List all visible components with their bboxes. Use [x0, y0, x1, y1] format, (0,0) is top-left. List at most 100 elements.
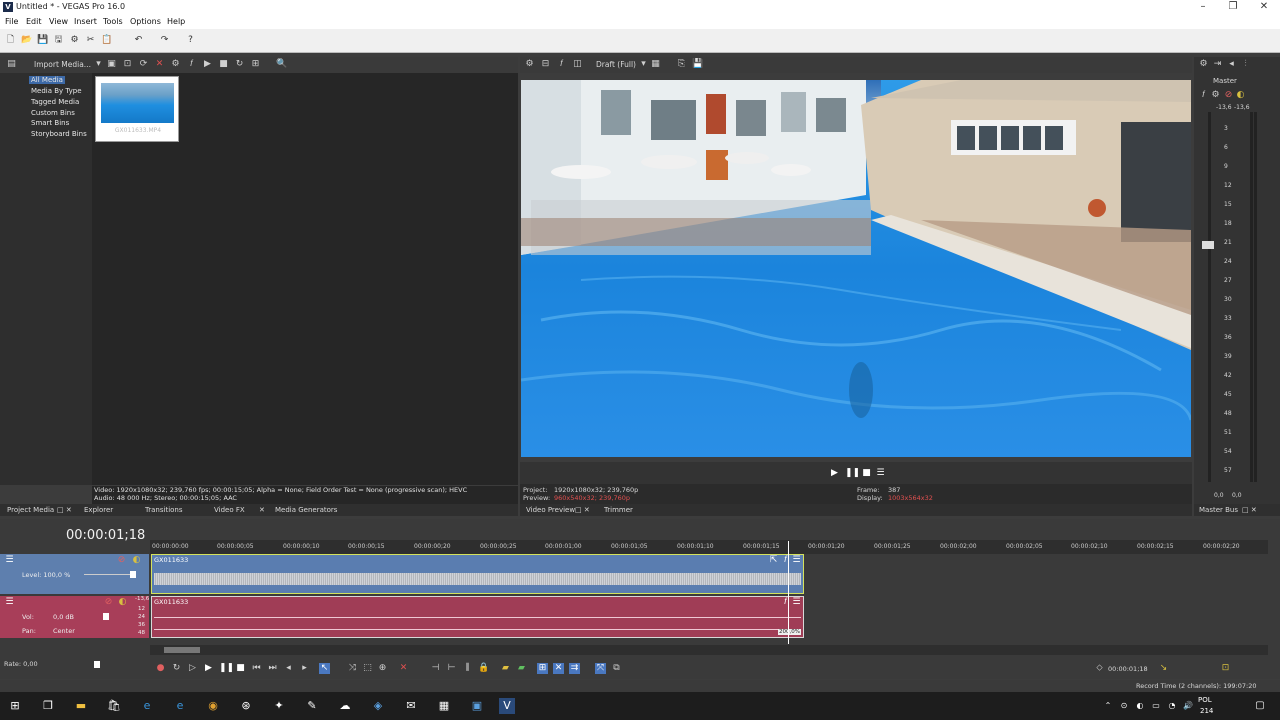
- import-media-button[interactable]: Import Media...: [34, 60, 91, 69]
- mail-icon[interactable]: ✉: [403, 698, 419, 714]
- tab-close-icon[interactable]: □ ✕: [1242, 506, 1257, 514]
- edge-icon[interactable]: e: [172, 698, 188, 714]
- track-menu-icon[interactable]: ☰: [4, 555, 15, 566]
- play-from-start-icon[interactable]: ▷: [187, 663, 198, 674]
- go-to-start-icon[interactable]: ⏮: [251, 663, 262, 674]
- mixer-icon[interactable]: ⫶: [1240, 59, 1251, 70]
- clip-fx-icon[interactable]: 𝑓: [780, 597, 791, 608]
- task-view-icon[interactable]: ❐: [40, 698, 56, 714]
- mute-icon[interactable]: ⊘: [103, 597, 114, 608]
- delete-icon[interactable]: ✕: [398, 663, 409, 674]
- overlays-icon[interactable]: ▦: [650, 59, 661, 70]
- tab-transitions[interactable]: Transitions: [145, 506, 183, 514]
- solo-icon[interactable]: ◐: [1235, 90, 1246, 101]
- battery-icon[interactable]: ▭: [1148, 698, 1164, 714]
- tray-icon[interactable]: ⊙: [1116, 698, 1132, 714]
- vol-slider-handle[interactable]: [103, 613, 109, 620]
- ignore-grouping-icon[interactable]: ⧉: [611, 663, 622, 674]
- snapping-icon[interactable]: ⊞: [537, 663, 548, 674]
- get-media-icon[interactable]: ⊡: [122, 59, 133, 70]
- steam-icon[interactable]: ◈: [370, 698, 386, 714]
- fx-icon[interactable]: 𝑓: [186, 59, 197, 70]
- prev-frame-icon[interactable]: ◂: [283, 663, 294, 674]
- menu-tools[interactable]: Tools: [103, 17, 123, 26]
- app-icon[interactable]: ▦: [436, 698, 452, 714]
- stop-icon[interactable]: ■: [235, 663, 246, 674]
- region-icon[interactable]: ▰: [516, 663, 527, 674]
- tab-media-generators[interactable]: Media Generators: [275, 506, 337, 514]
- mute-icon[interactable]: ⊘: [116, 555, 127, 566]
- master-settings-icon[interactable]: ⚙: [1210, 90, 1221, 101]
- preview-settings-icon[interactable]: ⚙: [524, 59, 535, 70]
- save-snapshot-icon[interactable]: 💾: [692, 59, 703, 70]
- windows-start-icon[interactable]: ⊞: [7, 698, 23, 714]
- tree-item-custom-bins[interactable]: Custom Bins: [31, 109, 75, 117]
- tab-close-icon[interactable]: □ ✕: [575, 506, 590, 514]
- cut-icon[interactable]: ✂: [85, 35, 96, 46]
- auto-preview-icon[interactable]: ↻: [234, 59, 245, 70]
- chevron-up-icon[interactable]: ⌃: [1100, 698, 1116, 714]
- open-icon[interactable]: 📂: [21, 35, 32, 46]
- video-clip[interactable]: GX011633 ⇱ 𝑓 ☰: [151, 554, 804, 594]
- pause-icon[interactable]: ❚❚: [219, 663, 234, 674]
- level-slider-handle[interactable]: [130, 571, 136, 578]
- marker-icon[interactable]: ▰: [500, 663, 511, 674]
- clip-fx-icon[interactable]: 𝑓: [780, 555, 791, 566]
- audio-clip[interactable]: GX011633 𝑓 ☰ 200,0%: [151, 596, 804, 638]
- tab-close-icon[interactable]: □ ✕: [57, 506, 72, 514]
- app-icon[interactable]: ☁: [337, 698, 353, 714]
- trim-start-icon[interactable]: ⊣: [430, 663, 441, 674]
- menu-edit[interactable]: Edit: [26, 17, 42, 26]
- chevron-down-icon[interactable]: ▾: [93, 59, 104, 70]
- solo-icon[interactable]: ◐: [131, 555, 142, 566]
- tree-item-tagged-media[interactable]: Tagged Media: [31, 98, 79, 106]
- track-menu-icon[interactable]: ☰: [4, 597, 15, 608]
- play-icon[interactable]: ▶: [202, 59, 213, 70]
- preview-device-icon[interactable]: ⊟: [540, 59, 551, 70]
- tab-trimmer[interactable]: Trimmer: [604, 506, 633, 514]
- file-explorer-icon[interactable]: ▬: [73, 698, 89, 714]
- play-icon[interactable]: ▶: [203, 663, 214, 674]
- preview-quality-dropdown[interactable]: Draft (Full): [596, 60, 636, 69]
- tree-item-storyboard-bins[interactable]: Storyboard Bins: [31, 130, 87, 138]
- normal-edit-tool-icon[interactable]: ↖: [319, 663, 330, 674]
- copy-snapshot-icon[interactable]: ⎘: [676, 59, 687, 70]
- scrollbar-thumb[interactable]: [164, 647, 200, 653]
- master-fader-handle[interactable]: [1202, 241, 1214, 249]
- volume-icon[interactable]: 🔊: [1180, 698, 1196, 714]
- save-as-icon[interactable]: 🖫: [53, 35, 64, 46]
- time-ruler[interactable]: 00:00:00:00 00:00:00;05 00:00:00;10 00:0…: [150, 540, 1268, 554]
- tab-video-fx[interactable]: Video FX: [214, 506, 245, 514]
- close-icon[interactable]: ✕: [1257, 1, 1271, 12]
- menu-icon[interactable]: ☰: [875, 468, 886, 479]
- audio-track-header[interactable]: ☰ ⊘ ◐ Vol: 0,0 dB Pan: Center -13,6 12 2…: [0, 596, 149, 638]
- tree-item-all-media[interactable]: All Media: [29, 76, 65, 84]
- auto-ripple-icon[interactable]: ⇉: [569, 663, 580, 674]
- pause-icon[interactable]: ❚❚: [845, 468, 860, 479]
- split-icon[interactable]: ⫼: [462, 663, 473, 674]
- remove-icon[interactable]: ✕: [154, 59, 165, 70]
- capture-icon[interactable]: ▣: [106, 59, 117, 70]
- clip-menu-icon[interactable]: ☰: [791, 555, 802, 566]
- rate-slider-handle[interactable]: [94, 661, 100, 668]
- app-icon[interactable]: ✦: [271, 698, 287, 714]
- menu-view[interactable]: View: [49, 17, 68, 26]
- auto-crossfade-icon[interactable]: ✕: [553, 663, 564, 674]
- menu-options[interactable]: Options: [130, 17, 161, 26]
- app-icon[interactable]: ✎: [304, 698, 320, 714]
- help-pointer-icon[interactable]: ?: [185, 35, 196, 46]
- new-project-icon[interactable]: 🗋: [5, 35, 16, 46]
- keyboard-layout[interactable]: POL: [1198, 696, 1212, 704]
- play-icon[interactable]: ▶: [829, 468, 840, 479]
- trim-end-icon[interactable]: ⊢: [446, 663, 457, 674]
- network-icon[interactable]: ◔: [1164, 698, 1180, 714]
- bus-settings-icon[interactable]: ⚙: [1198, 59, 1209, 70]
- undo-icon[interactable]: ↶: [133, 35, 144, 46]
- chevron-down-icon[interactable]: ▾: [638, 59, 649, 70]
- redo-icon[interactable]: ↷: [159, 35, 170, 46]
- level-slider[interactable]: [84, 574, 136, 575]
- maximize-icon[interactable]: ❐: [1226, 1, 1240, 12]
- next-frame-icon[interactable]: ▸: [299, 663, 310, 674]
- app-icon[interactable]: ⊛: [238, 698, 254, 714]
- dim-icon[interactable]: ◂: [1226, 59, 1237, 70]
